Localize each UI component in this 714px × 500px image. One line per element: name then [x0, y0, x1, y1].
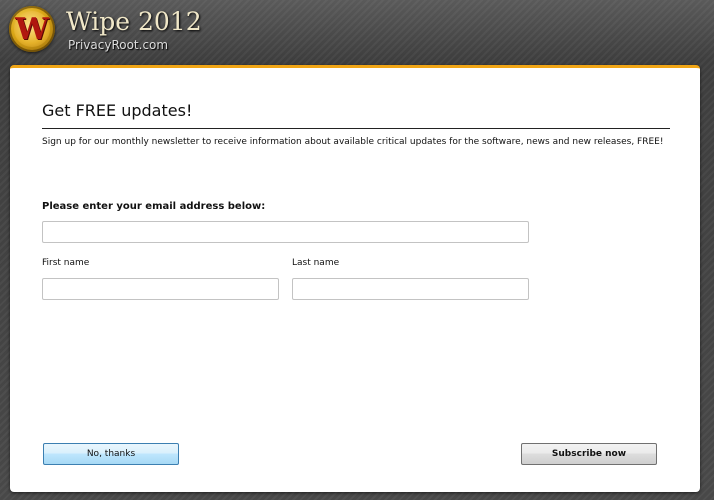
title-divider — [42, 128, 670, 129]
logo-letter: W — [15, 12, 49, 47]
app-title: Wipe 2012 — [66, 7, 202, 36]
subscribe-now-button[interactable]: Subscribe now — [521, 443, 657, 465]
first-name-label: First name — [42, 258, 90, 268]
app-subtitle: PrivacyRoot.com — [68, 38, 169, 52]
app-header: W Wipe 2012 PrivacyRoot.com — [0, 0, 714, 62]
email-field[interactable] — [42, 221, 529, 243]
last-name-label: Last name — [292, 258, 340, 268]
logo-inner: W — [14, 11, 50, 47]
app-logo-icon: W — [9, 6, 55, 52]
no-thanks-button[interactable]: No, thanks — [43, 443, 179, 465]
panel-title: Get FREE updates! — [42, 101, 193, 120]
newsletter-description: Sign up for our monthly newsletter to re… — [42, 137, 664, 147]
first-name-field[interactable] — [42, 278, 279, 300]
last-name-field[interactable] — [292, 278, 529, 300]
newsletter-panel: Get FREE updates! Sign up for our monthl… — [10, 65, 700, 492]
email-label: Please enter your email address below: — [42, 201, 266, 212]
